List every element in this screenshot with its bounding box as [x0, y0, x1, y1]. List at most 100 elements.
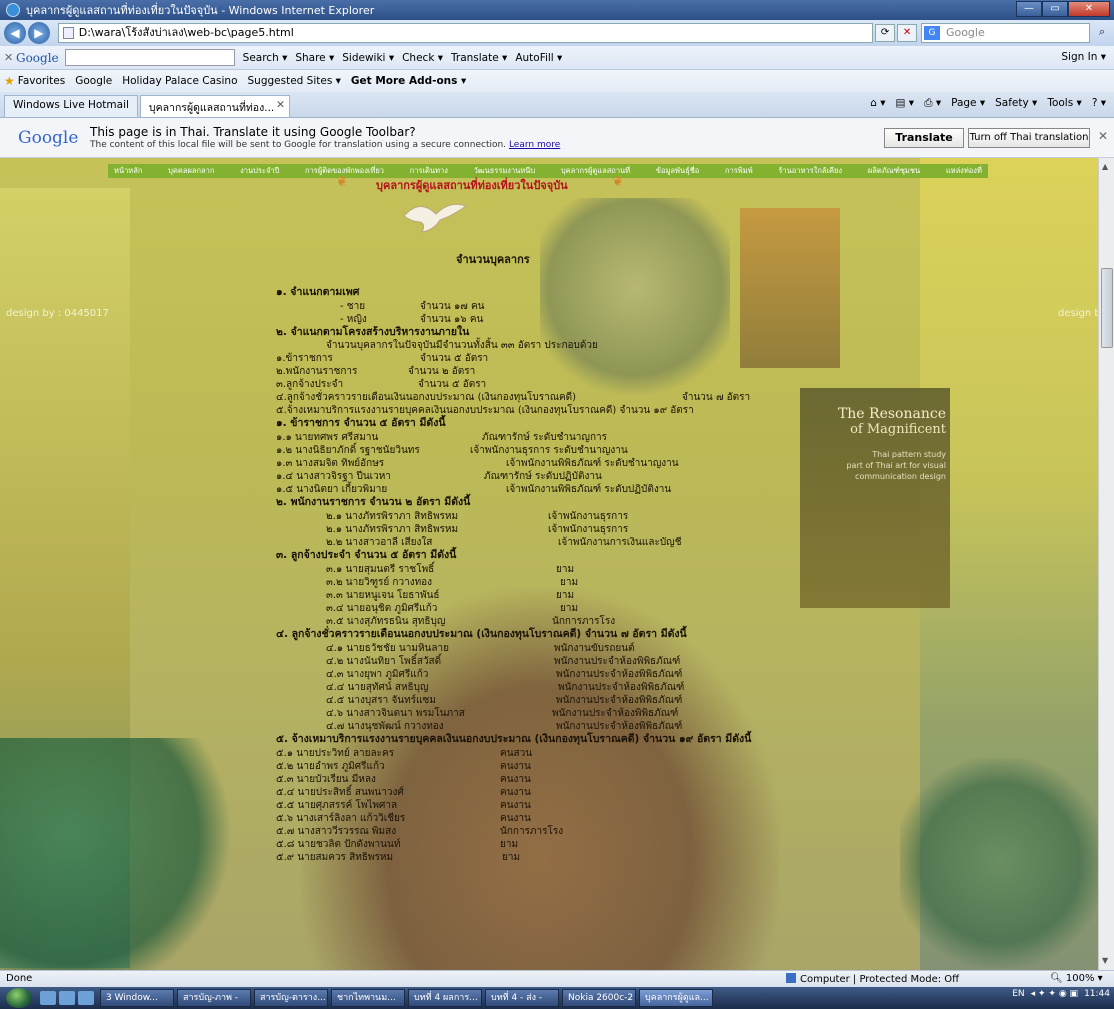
tab-current-label: บุคลากรผู้ดูแลสถานที่ท่อง...: [148, 102, 275, 114]
list-item: ๔.๕ นางบุสรา จันทร์แซม: [326, 694, 436, 707]
item-value: พนักงานประจำห้องพิพิธภัณฑ์: [556, 695, 683, 706]
status-text: Done: [6, 973, 33, 984]
taskbar-button[interactable]: ชากไทพานม...: [331, 989, 405, 1007]
fav-holiday-palace[interactable]: Holiday Palace Casino: [122, 75, 237, 87]
forward-button[interactable]: ▶: [27, 22, 50, 44]
toolbar-sidewiki[interactable]: Sidewiki ▾: [342, 52, 394, 64]
home-icon[interactable]: ⌂ ▾: [870, 97, 885, 110]
turn-off-translation-button[interactable]: Turn off Thai translation: [968, 128, 1090, 148]
taskbar-button[interactable]: Nokia 2600c-2: [562, 989, 636, 1007]
toolbar-autofill[interactable]: AutoFill ▾: [515, 52, 562, 64]
list-item: ๔.๒ นางนันทิยา โพธิ์สวัสดิ์: [326, 655, 441, 668]
scroll-down-icon[interactable]: ▼: [1102, 956, 1108, 965]
translate-button[interactable]: Translate: [884, 128, 964, 148]
item-text: ๕.๖ นางเสาร์ลิงลา แก้ววิเชียร: [276, 813, 406, 824]
item-text: ๕.๑ นายประวิทย์ ลายละคร: [276, 748, 395, 759]
taskbar-button[interactable]: สารบัญ-ตาราง...: [254, 989, 328, 1007]
translate-google-logo: Google: [18, 128, 79, 148]
list-item: ๑.๔ นางสาวจิรฐา ปีนเวหา: [276, 470, 391, 483]
taskbar-button[interactable]: 3 Window...: [100, 989, 174, 1007]
list-item: ๑.ข้าราชการ: [276, 352, 333, 365]
maximize-button[interactable]: ▭: [1042, 1, 1068, 17]
page-icon: [62, 27, 74, 39]
computer-zone-icon: [786, 973, 796, 983]
item-text: - ชาย: [340, 301, 366, 312]
toolbar-check[interactable]: Check ▾: [402, 52, 443, 64]
page-scrollbar[interactable]: ▲ ▼: [1098, 158, 1114, 970]
item-value: จำนวน ๕ อัตรา: [420, 353, 489, 364]
scroll-thumb[interactable]: [1101, 268, 1113, 348]
item-text: ๒.๑ นางภัทรพิราภา สิทธิพรหม: [326, 524, 459, 535]
back-button[interactable]: ◀: [4, 22, 26, 44]
taskbar-button[interactable]: บทที่ 4 - ส่ง -: [485, 989, 559, 1007]
item-value: เจ้าพนักงานธุรการ: [548, 511, 629, 522]
address-input[interactable]: D:\wara\โร้งสังบ่าเลง\web-bc\page5.html: [57, 23, 874, 43]
tab-current[interactable]: บุคลากรผู้ดูแลสถานที่ท่อง... ✕: [139, 95, 290, 117]
minimize-button[interactable]: —: [1016, 1, 1042, 17]
section-heading: ๒. พนักงานราชการ จำนวน ๒ อัตรา มีดังนี้: [276, 496, 470, 509]
start-button-icon[interactable]: [6, 988, 32, 1008]
tab-hotmail[interactable]: Windows Live Hotmail: [4, 95, 138, 117]
item-value: ยาม: [560, 603, 579, 614]
security-zone[interactable]: Computer | Protected Mode: Off: [786, 973, 959, 985]
tab-close-icon[interactable]: ✕: [276, 99, 285, 111]
list-item: ๔.๓ นางยุพา ภูมิศรีแก้ว: [326, 668, 428, 681]
quicklaunch-explorer-icon[interactable]: [78, 991, 94, 1005]
zoom-level[interactable]: 🔍︎ 100% ▾: [1050, 973, 1103, 984]
list-item: ๑.๓ นางสมจิต ทิพย์อักษร: [276, 457, 384, 470]
list-item: ๓.๑ นายสุมนตรี ราชโพธิ์: [326, 563, 434, 576]
toolbar-share[interactable]: Share ▾: [295, 52, 334, 64]
item-text: ๑. ข้าราชการ จำนวน ๕ อัตรา มีดังนี้: [276, 417, 446, 429]
fav-get-addons[interactable]: Get More Add-ons ▾: [351, 75, 466, 87]
list-item: ๕.๙ นายสมควร สิทธิพรหม: [276, 851, 393, 864]
zoom-level-value: 100%: [1065, 973, 1095, 984]
learn-more-link[interactable]: Learn more: [509, 140, 560, 150]
print-icon[interactable]: ⎙ ▾: [924, 97, 941, 110]
list-item: ๕.๗ นางสาววีรวรรณ พิมสง: [276, 825, 396, 838]
browser-search-input[interactable]: G Google: [920, 23, 1091, 43]
item-value: คนสวน: [500, 748, 533, 759]
taskbar-button[interactable]: สารบัญ-ภาพ -: [177, 989, 251, 1007]
help-icon[interactable]: ? ▾: [1092, 97, 1106, 110]
window-titlebar: บุคลากรผู้ดูแลสถานที่ท่องเที่ยวในปัจจุบั…: [0, 0, 1114, 20]
quicklaunch-ie-icon[interactable]: [40, 991, 56, 1005]
quicklaunch-desktop-icon[interactable]: [59, 991, 75, 1005]
list-item: ๓.ลูกจ้างประจำ: [276, 378, 343, 391]
refresh-button[interactable]: ⟳: [875, 24, 896, 42]
language-indicator[interactable]: EN: [1012, 989, 1024, 999]
fav-google[interactable]: Google: [75, 75, 112, 87]
favorites-button[interactable]: Favorites: [18, 75, 65, 87]
safety-menu[interactable]: Safety ▾: [995, 97, 1037, 110]
item-value: นักการภารโรง: [552, 616, 616, 627]
item-text: ๔.๖ นางสาวจินตนา พรมโนภาส: [326, 708, 465, 719]
tools-menu[interactable]: Tools ▾: [1047, 97, 1081, 110]
item-value: คนงาน: [500, 813, 531, 824]
item-text: จำนวนบุคลากรในปัจจุบันมีจำนวนทั้งสิ้น ๓๓…: [326, 340, 598, 351]
item-value: พนักงานประจำห้องพิพิธภัณฑ์: [556, 721, 683, 732]
item-value: ภัณฑารักษ์ ระดับชำนาญการ: [482, 432, 607, 443]
item-value: พนักงานประจำห้องพิพิธภัณฑ์: [558, 682, 685, 693]
item-value: นักการภารโรง: [500, 826, 564, 837]
item-value: เจ้าพนักงานการเงินและบัญชี: [558, 537, 682, 548]
list-item: ๕.๕ นายศุภสรรค์ โพไพศาล: [276, 799, 397, 812]
toolbar-translate[interactable]: Translate ▾: [451, 52, 507, 64]
google-toolbar-input[interactable]: [64, 49, 235, 66]
search-go-icon[interactable]: ⌕: [1090, 23, 1114, 43]
fav-suggested-sites[interactable]: Suggested Sites ▾: [248, 75, 341, 87]
stop-button[interactable]: ✕: [897, 24, 917, 42]
taskbar-button[interactable]: บทที่ 4 ผลการ...: [408, 989, 482, 1007]
sign-in-link[interactable]: Sign In ▾: [1061, 51, 1106, 63]
scroll-up-icon[interactable]: ▲: [1102, 162, 1108, 171]
page-menu[interactable]: Page ▾: [951, 97, 985, 110]
item-text: ๑. จำแนกตามเพศ: [276, 286, 360, 298]
clock[interactable]: 11:44: [1084, 989, 1110, 999]
item-text: ๓.๒ นายวิฑูรย์ กวางทอง: [326, 577, 433, 588]
taskbar-button[interactable]: บุคลากรผู้ดูแล...: [639, 989, 713, 1007]
toolbar-search[interactable]: Search ▾: [243, 52, 288, 64]
close-translate-bar-icon[interactable]: ✕: [1098, 129, 1108, 143]
tray-icons[interactable]: ◂ ✦ ✦ ◉ ▣: [1031, 989, 1078, 999]
close-window-button[interactable]: ✕: [1068, 1, 1110, 17]
list-item: - หญิง: [340, 313, 367, 326]
close-toolbar-icon[interactable]: ✕: [4, 51, 16, 64]
feeds-icon[interactable]: ▤ ▾: [896, 97, 915, 110]
